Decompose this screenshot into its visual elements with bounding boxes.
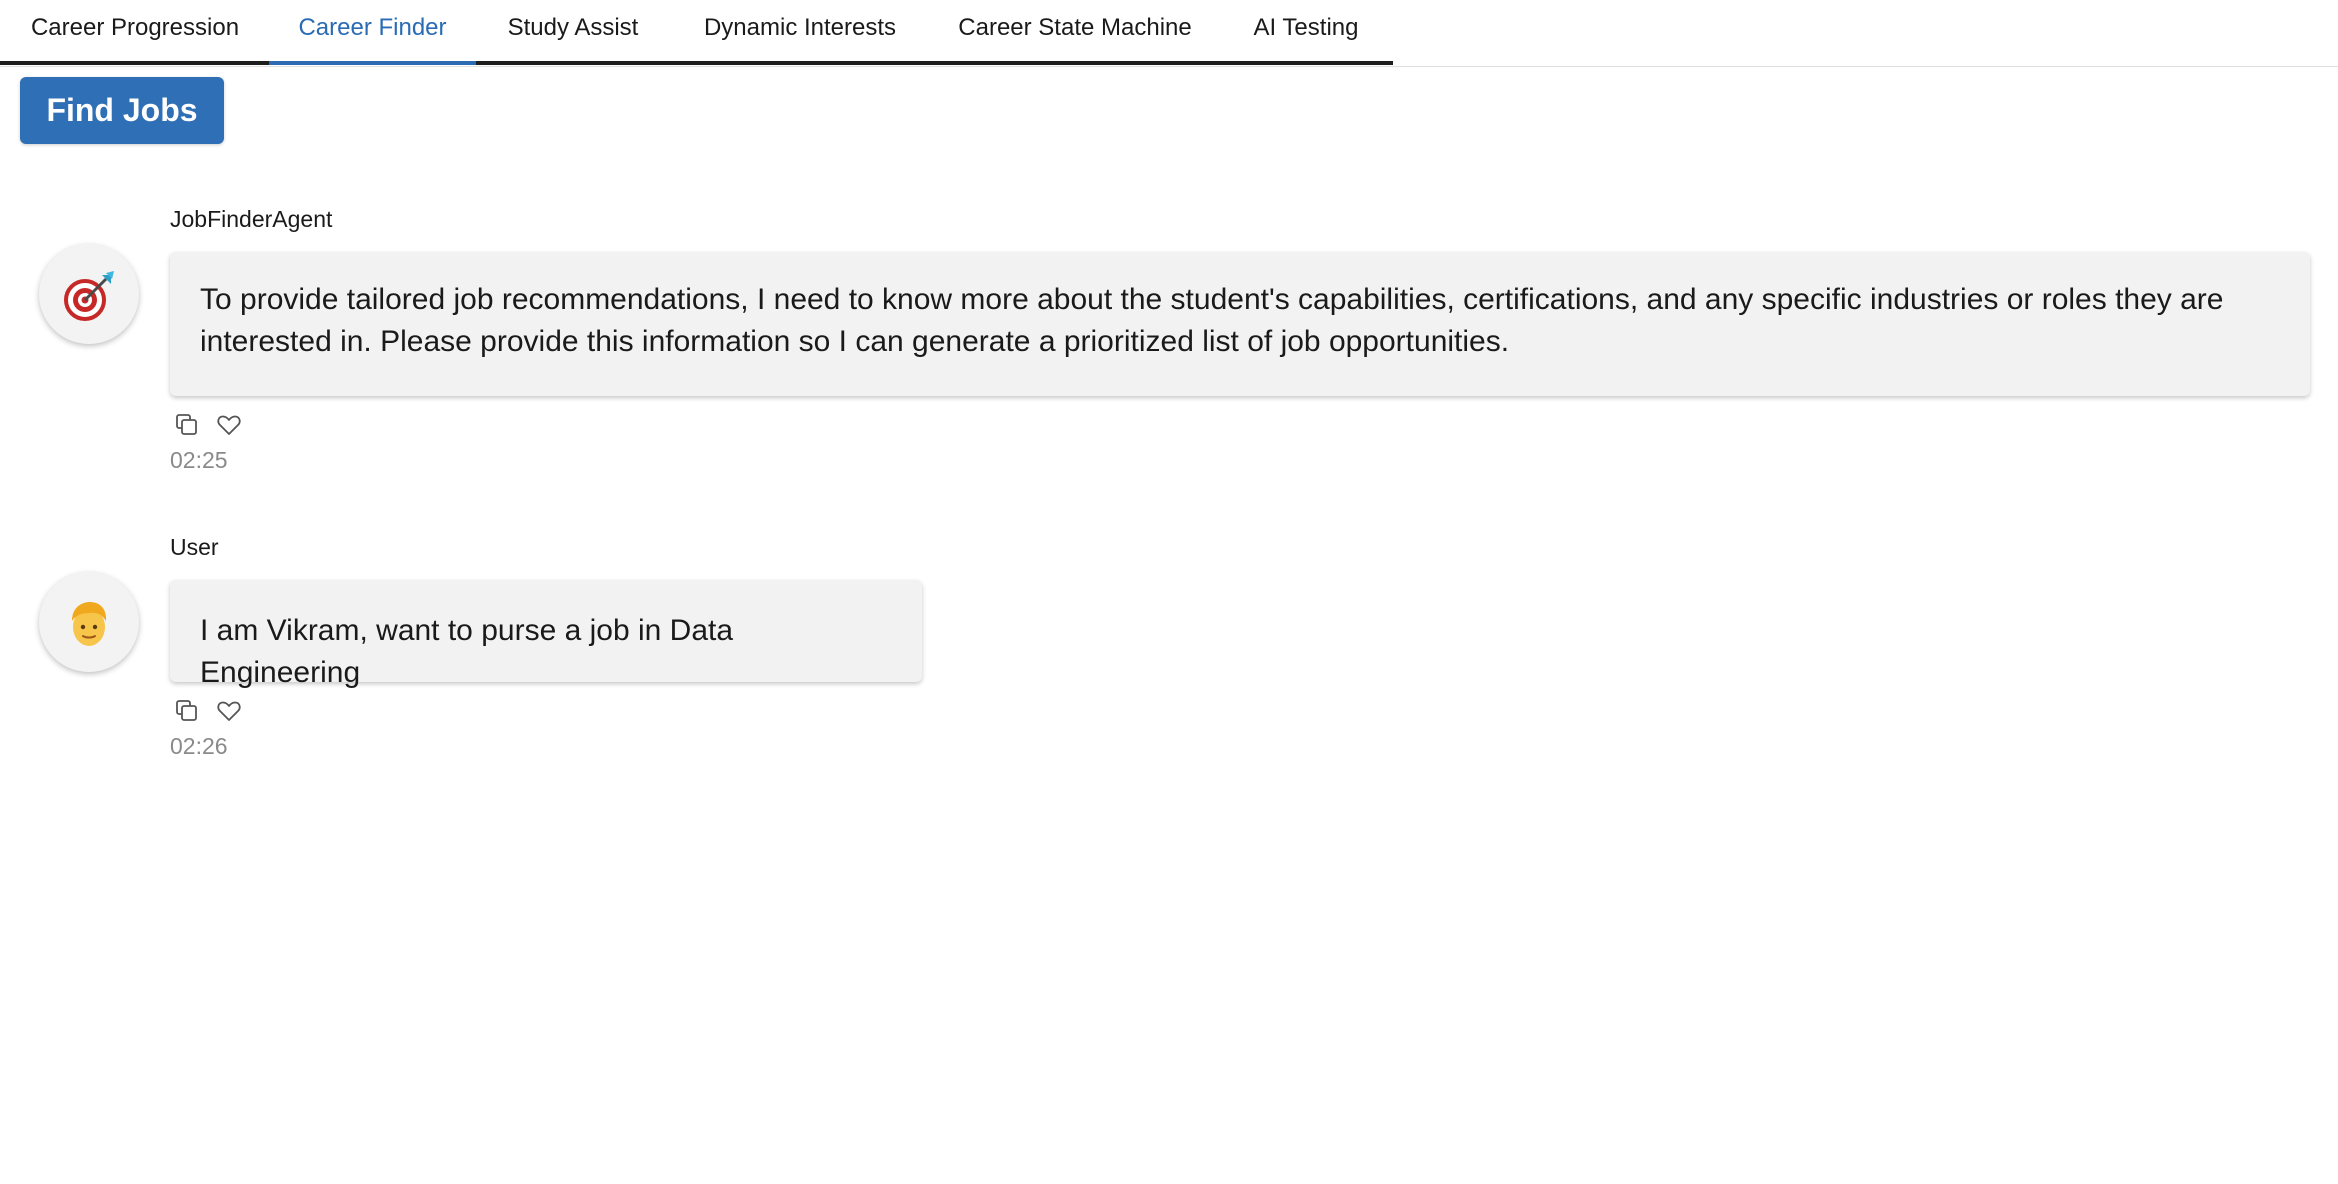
user-avatar — [39, 572, 139, 672]
tab-ai-testing[interactable]: AI Testing — [1241, 0, 1371, 58]
user-message-bubble: I am Vikram, want to purse a job in Data… — [170, 580, 922, 689]
tab-career-finder[interactable]: Career Finder — [269, 0, 476, 58]
tab-bar-underline — [0, 61, 1393, 65]
message-timestamp: 02:25 — [170, 447, 228, 473]
tab-study-assist[interactable]: Study Assist — [494, 0, 652, 58]
message-actions — [174, 412, 244, 438]
target-icon — [64, 271, 114, 322]
agent-avatar — [39, 244, 139, 344]
message-timestamp: 02:26 — [170, 733, 228, 759]
copy-icon[interactable] — [174, 698, 200, 724]
tab-bar: Career Progression Career Finder Study A… — [0, 0, 2338, 67]
tab-career-progression[interactable]: Career Progression — [20, 0, 250, 58]
heart-icon[interactable] — [216, 698, 242, 724]
heart-icon[interactable] — [216, 412, 242, 438]
agent-message-bubble: To provide tailored job recommendations,… — [170, 252, 2310, 396]
tab-dynamic-interests[interactable]: Dynamic Interests — [690, 0, 910, 58]
person-icon — [72, 602, 107, 647]
find-jobs-button[interactable]: Find Jobs — [20, 77, 224, 144]
message-text: I am Vikram, want to purse a job in Data… — [200, 614, 734, 689]
message-sender: JobFinderAgent — [170, 206, 333, 232]
tab-career-state-machine[interactable]: Career State Machine — [945, 0, 1205, 58]
message-text: To provide tailored job recommendations,… — [200, 283, 2224, 358]
active-tab-indicator — [269, 61, 476, 65]
copy-icon[interactable] — [174, 412, 200, 438]
message-actions — [174, 698, 244, 724]
message-sender: User — [170, 534, 219, 560]
